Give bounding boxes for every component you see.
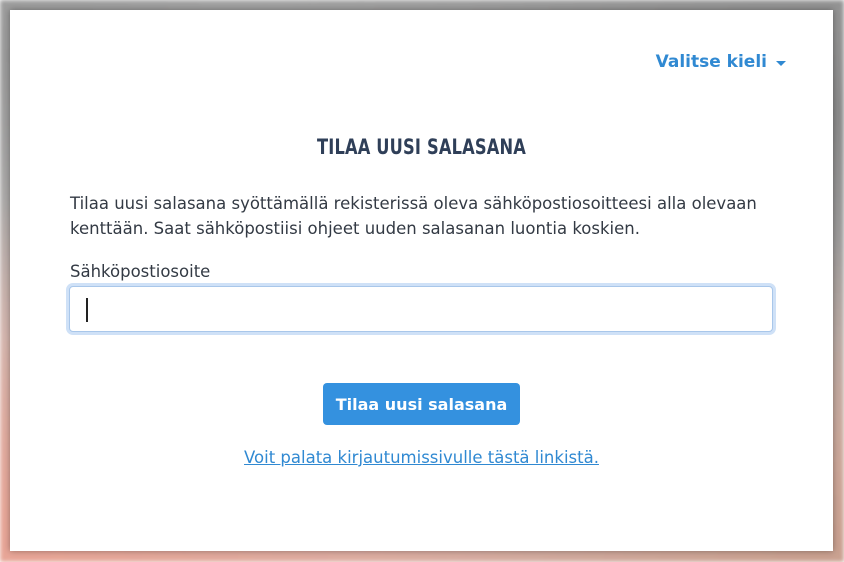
back-to-login-link[interactable]: Voit palata kirjautumissivulle tästä lin…: [10, 448, 833, 467]
caret-down-icon: [776, 60, 786, 66]
text-cursor: [86, 298, 88, 322]
email-field[interactable]: [69, 286, 773, 332]
instructions-text: Tilaa uusi salasana syöttämällä rekister…: [70, 194, 757, 238]
language-selector[interactable]: Valitse kieli: [656, 52, 786, 72]
language-selector-label: Valitse kieli: [655, 52, 767, 72]
request-new-password-button[interactable]: Tilaa uusi salasana: [323, 383, 520, 425]
password-reset-dialog: Valitse kieli TILAA UUSI SALASANA Tilaa …: [10, 10, 833, 551]
email-field-label: Sähköpostiosoite: [70, 262, 211, 281]
page-title: TILAA UUSI SALASANA: [316, 135, 526, 159]
